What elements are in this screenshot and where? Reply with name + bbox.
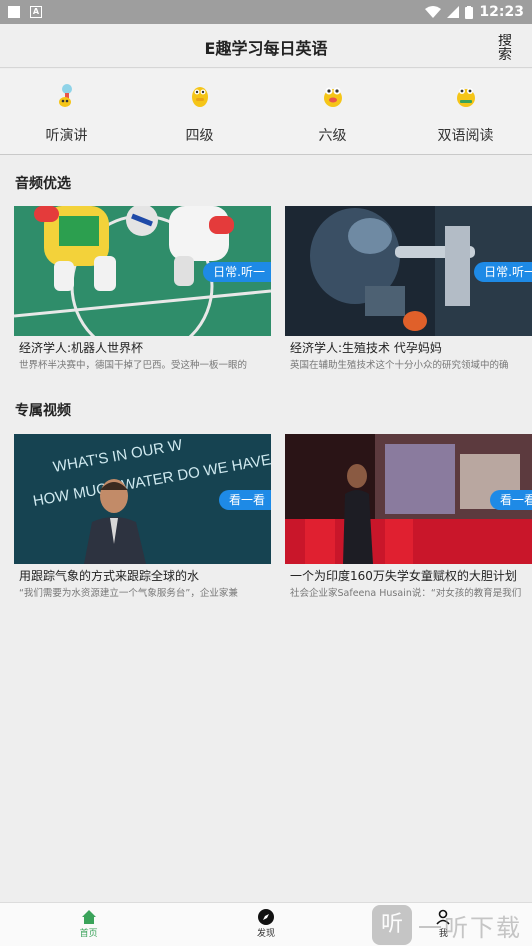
card-title: 经济学人:机器人世界杯	[19, 341, 144, 355]
app-header: E趣学习每日英语 搜索	[0, 24, 532, 68]
video-section-title: 专属视频	[15, 403, 71, 419]
tab-home[interactable]: 首页	[0, 903, 177, 946]
category-label: 双语阅读	[437, 128, 494, 144]
clock: 12:23	[479, 4, 524, 20]
card-title: 经济学人:生殖技术 代孕妈妈	[290, 341, 442, 355]
audio-card-robot-worldcup[interactable]: 日常.听一 经济学人:机器人世界杯 世界杯半决赛中，德国干掉了巴西。受这种一板一…	[14, 206, 271, 376]
signal-icon	[447, 6, 460, 18]
watermark-badge: 听	[372, 905, 412, 945]
category-label: 听演讲	[45, 128, 88, 144]
video-card-india-girls[interactable]: 看一看 一个为印度160万失学女童赋权的大胆计划 社会企业家Safeena Hu…	[285, 434, 532, 604]
microphone-mascot-icon	[58, 84, 72, 107]
card-description: “我们需要为水资源建立一个气象服务台”，企业家兼	[19, 588, 238, 599]
tab-discover[interactable]: 发现	[177, 903, 354, 946]
tab-label: 发现	[256, 929, 275, 939]
watermark: 听 一听下载	[372, 904, 532, 946]
category-bar: 听演讲 四级 六级 双语阅读	[0, 69, 532, 155]
category-cet4[interactable]: 四级	[133, 69, 266, 154]
audio-section-title: 音频优选	[15, 176, 71, 192]
mascot-icon	[456, 88, 475, 107]
category-listening[interactable]: 听演讲	[0, 69, 133, 154]
category-label: 六级	[318, 128, 347, 144]
card-title: 一个为印度160万失学女童赋权的大胆计划	[290, 569, 517, 583]
category-bilingual-reading[interactable]: 双语阅读	[399, 69, 532, 154]
watch-tag: 看一看	[489, 490, 532, 510]
series-tag: 日常.听一	[203, 262, 271, 282]
watermark-text: 一听下载	[418, 913, 522, 942]
card-title: 用跟踪气象的方式来跟踪全球的水	[19, 569, 200, 583]
card-description: 社会企业家Safeena Husain说：“对女孩的教育是我们	[290, 588, 522, 599]
audio-card-surrogacy[interactable]: 日常.听一 经济学人:生殖技术 代孕妈妈 英国在辅助生殖技术这个十分小众的研究领…	[285, 206, 532, 376]
mascot-icon	[323, 87, 342, 107]
tab-label: 首页	[79, 929, 98, 939]
video-card-water-tracking[interactable]: WHAT'S IN OUR W HOW MUCH WATER DO WE HAV…	[14, 434, 271, 604]
category-label: 四级	[185, 128, 214, 144]
card-description: 世界杯半决赛中，德国干掉了巴西。受这种一板一眼的	[19, 360, 248, 371]
series-tag: 日常.听一	[474, 262, 532, 282]
notification-icon	[8, 6, 20, 18]
compass-icon	[257, 909, 274, 925]
watch-tag: 看一看	[218, 490, 271, 510]
home-icon	[81, 910, 96, 924]
battery-icon	[465, 5, 474, 19]
app-notification-icon: A	[30, 6, 42, 18]
wifi-icon	[425, 6, 442, 18]
search-button[interactable]: 搜索	[498, 34, 514, 60]
mascot-icon	[191, 87, 208, 107]
status-bar: A 12:23	[0, 0, 532, 24]
category-cet6[interactable]: 六级	[266, 69, 399, 154]
card-description: 英国在辅助生殖技术这个十分小众的研究领域中的确	[290, 360, 509, 371]
page-title: E趣学习每日英语	[204, 39, 328, 58]
